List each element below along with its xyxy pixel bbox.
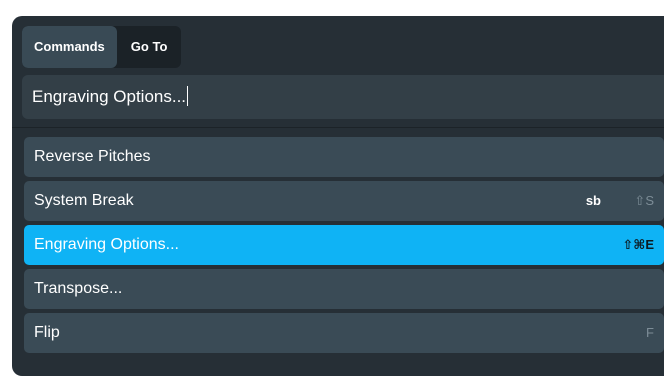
- keyboard-shortcut: F: [646, 325, 654, 340]
- mode-tabs: Commands Go To: [22, 26, 182, 68]
- command-palette: Commands Go To Engraving Options... Reve…: [12, 16, 664, 376]
- result-label: Flip: [34, 324, 60, 341]
- divider: [12, 127, 664, 128]
- keyboard-shortcut: ⇧S: [634, 193, 654, 208]
- results-list: Reverse Pitches System Break sb ⇧S Engra…: [24, 137, 664, 357]
- text-caret: [187, 86, 189, 106]
- result-system-break[interactable]: System Break sb ⇧S: [24, 181, 664, 221]
- result-label: System Break: [34, 192, 134, 209]
- result-label: Engraving Options...: [34, 236, 179, 253]
- tab-commands[interactable]: Commands: [22, 26, 117, 68]
- result-reverse-pitches[interactable]: Reverse Pitches: [24, 137, 664, 177]
- result-flip[interactable]: Flip F: [24, 313, 664, 353]
- keyboard-shortcut: ⇧⌘E: [622, 237, 654, 252]
- search-input[interactable]: Engraving Options...: [32, 75, 189, 119]
- result-label: Transpose...: [34, 280, 123, 297]
- search-field[interactable]: Engraving Options...: [22, 75, 664, 119]
- result-alias: sb: [585, 193, 601, 208]
- result-transpose[interactable]: Transpose...: [24, 269, 664, 309]
- result-label: Reverse Pitches: [34, 148, 151, 165]
- tab-go-to[interactable]: Go To: [117, 26, 182, 68]
- result-engraving-options[interactable]: Engraving Options... ⇧⌘E: [24, 225, 664, 265]
- search-input-value: Engraving Options...: [32, 87, 187, 106]
